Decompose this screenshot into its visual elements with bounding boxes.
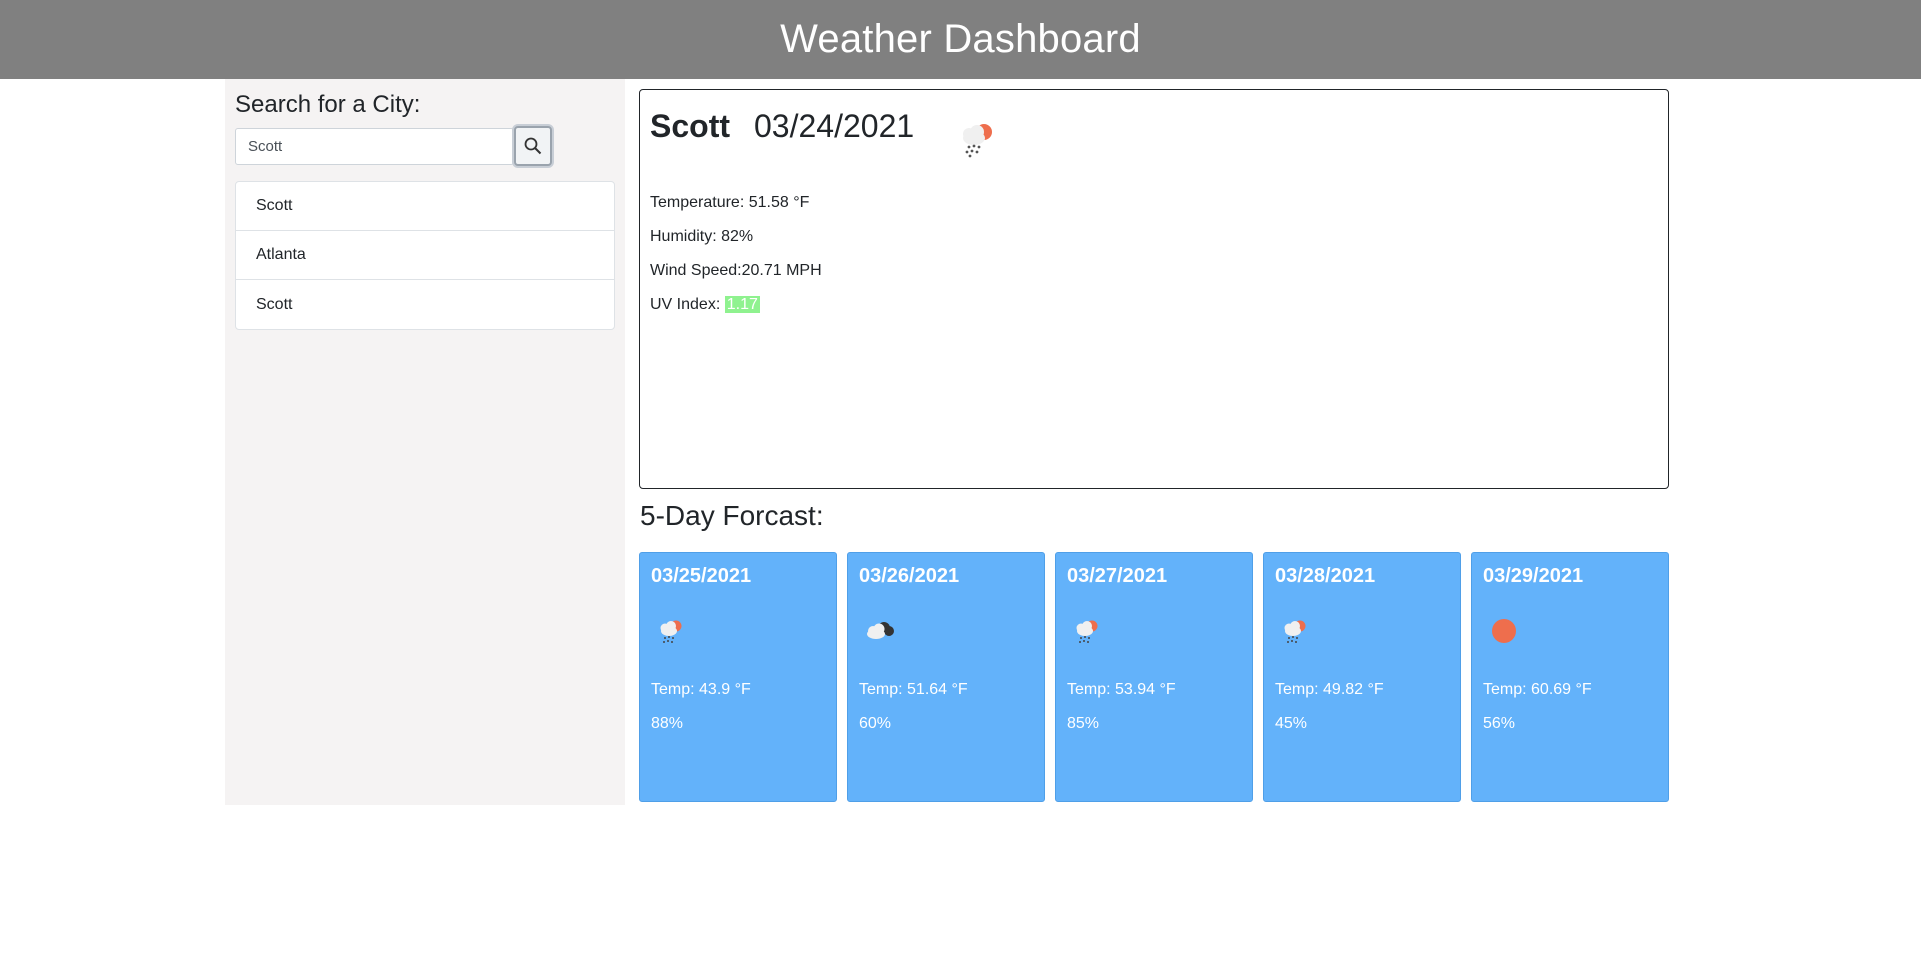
rain-sun-icon (660, 620, 682, 643)
forecast-humidity: 88% (651, 715, 684, 732)
search-sidebar: Search for a City: Scott Atlanta Scott (225, 79, 625, 805)
app-title: Weather Dashboard (780, 17, 1141, 61)
search-label: Search for a City: (235, 91, 421, 118)
search-button[interactable] (514, 126, 552, 166)
forecast-date: 03/25/2021 (651, 565, 752, 587)
search-history-list: Scott Atlanta Scott (235, 181, 615, 330)
forecast-date: 03/27/2021 (1067, 565, 1168, 587)
forecast-date: 03/29/2021 (1483, 565, 1584, 587)
rain-sun-icon (963, 124, 992, 158)
forecast-card: 03/26/2021 Temp: 51.64 °F 60% (847, 552, 1045, 802)
current-city: Scott (650, 108, 730, 144)
forecast-temp: Temp: 51.64 °F (859, 681, 968, 698)
uv-value-badge: 1.17 (724, 296, 760, 313)
rain-sun-icon (1076, 620, 1098, 643)
forecast-temp: Temp: 53.94 °F (1067, 681, 1176, 698)
forecast-temp: Temp: 49.82 °F (1275, 681, 1384, 698)
city-search-input[interactable] (235, 128, 514, 165)
history-item[interactable]: Scott (236, 182, 614, 231)
app-header: Weather Dashboard (0, 0, 1921, 79)
forecast-card: 03/28/2021 Temp: 49.82 °F 45% (1263, 552, 1461, 802)
cloudy-icon (867, 622, 894, 639)
current-date: 03/24/2021 (754, 108, 915, 144)
current-weather-heading: Scott 03/24/2021 (650, 108, 914, 145)
forecast-humidity: 60% (859, 715, 892, 732)
forecast-temp: Temp: 43.9 °F (651, 681, 751, 698)
forecast-humidity: 45% (1275, 715, 1308, 732)
history-item[interactable]: Scott (236, 280, 614, 329)
current-humidity: Humidity: 82% (650, 228, 754, 245)
current-uv-index: UV Index: 1.17 (650, 296, 760, 314)
uv-label: UV Index: (650, 296, 721, 313)
current-wind-speed: Wind Speed:20.71 MPH (650, 262, 822, 279)
current-weather-panel: Scott 03/24/2021 Temperature: 51.58 °F Hu… (639, 89, 1669, 489)
current-temperature: Temperature: 51.58 °F (650, 194, 810, 211)
rain-sun-icon (1284, 620, 1306, 643)
forecast-card: 03/25/2021 Temp: 43.9 °F 88% (639, 552, 837, 802)
forecast-card: 03/27/2021 Temp: 53.94 °F 85% (1055, 552, 1253, 802)
forecast-temp: Temp: 60.69 °F (1483, 681, 1592, 698)
forecast-title: 5-Day Forcast: (640, 500, 824, 531)
forecast-humidity: 56% (1483, 715, 1516, 732)
search-icon (524, 137, 542, 155)
sun-icon (1492, 619, 1516, 643)
forecast-humidity: 85% (1067, 715, 1100, 732)
forecast-card: 03/29/2021 Temp: 60.69 °F 56% (1471, 552, 1669, 802)
forecast-date: 03/28/2021 (1275, 565, 1376, 587)
forecast-date: 03/26/2021 (859, 565, 960, 587)
history-item[interactable]: Atlanta (236, 231, 614, 280)
